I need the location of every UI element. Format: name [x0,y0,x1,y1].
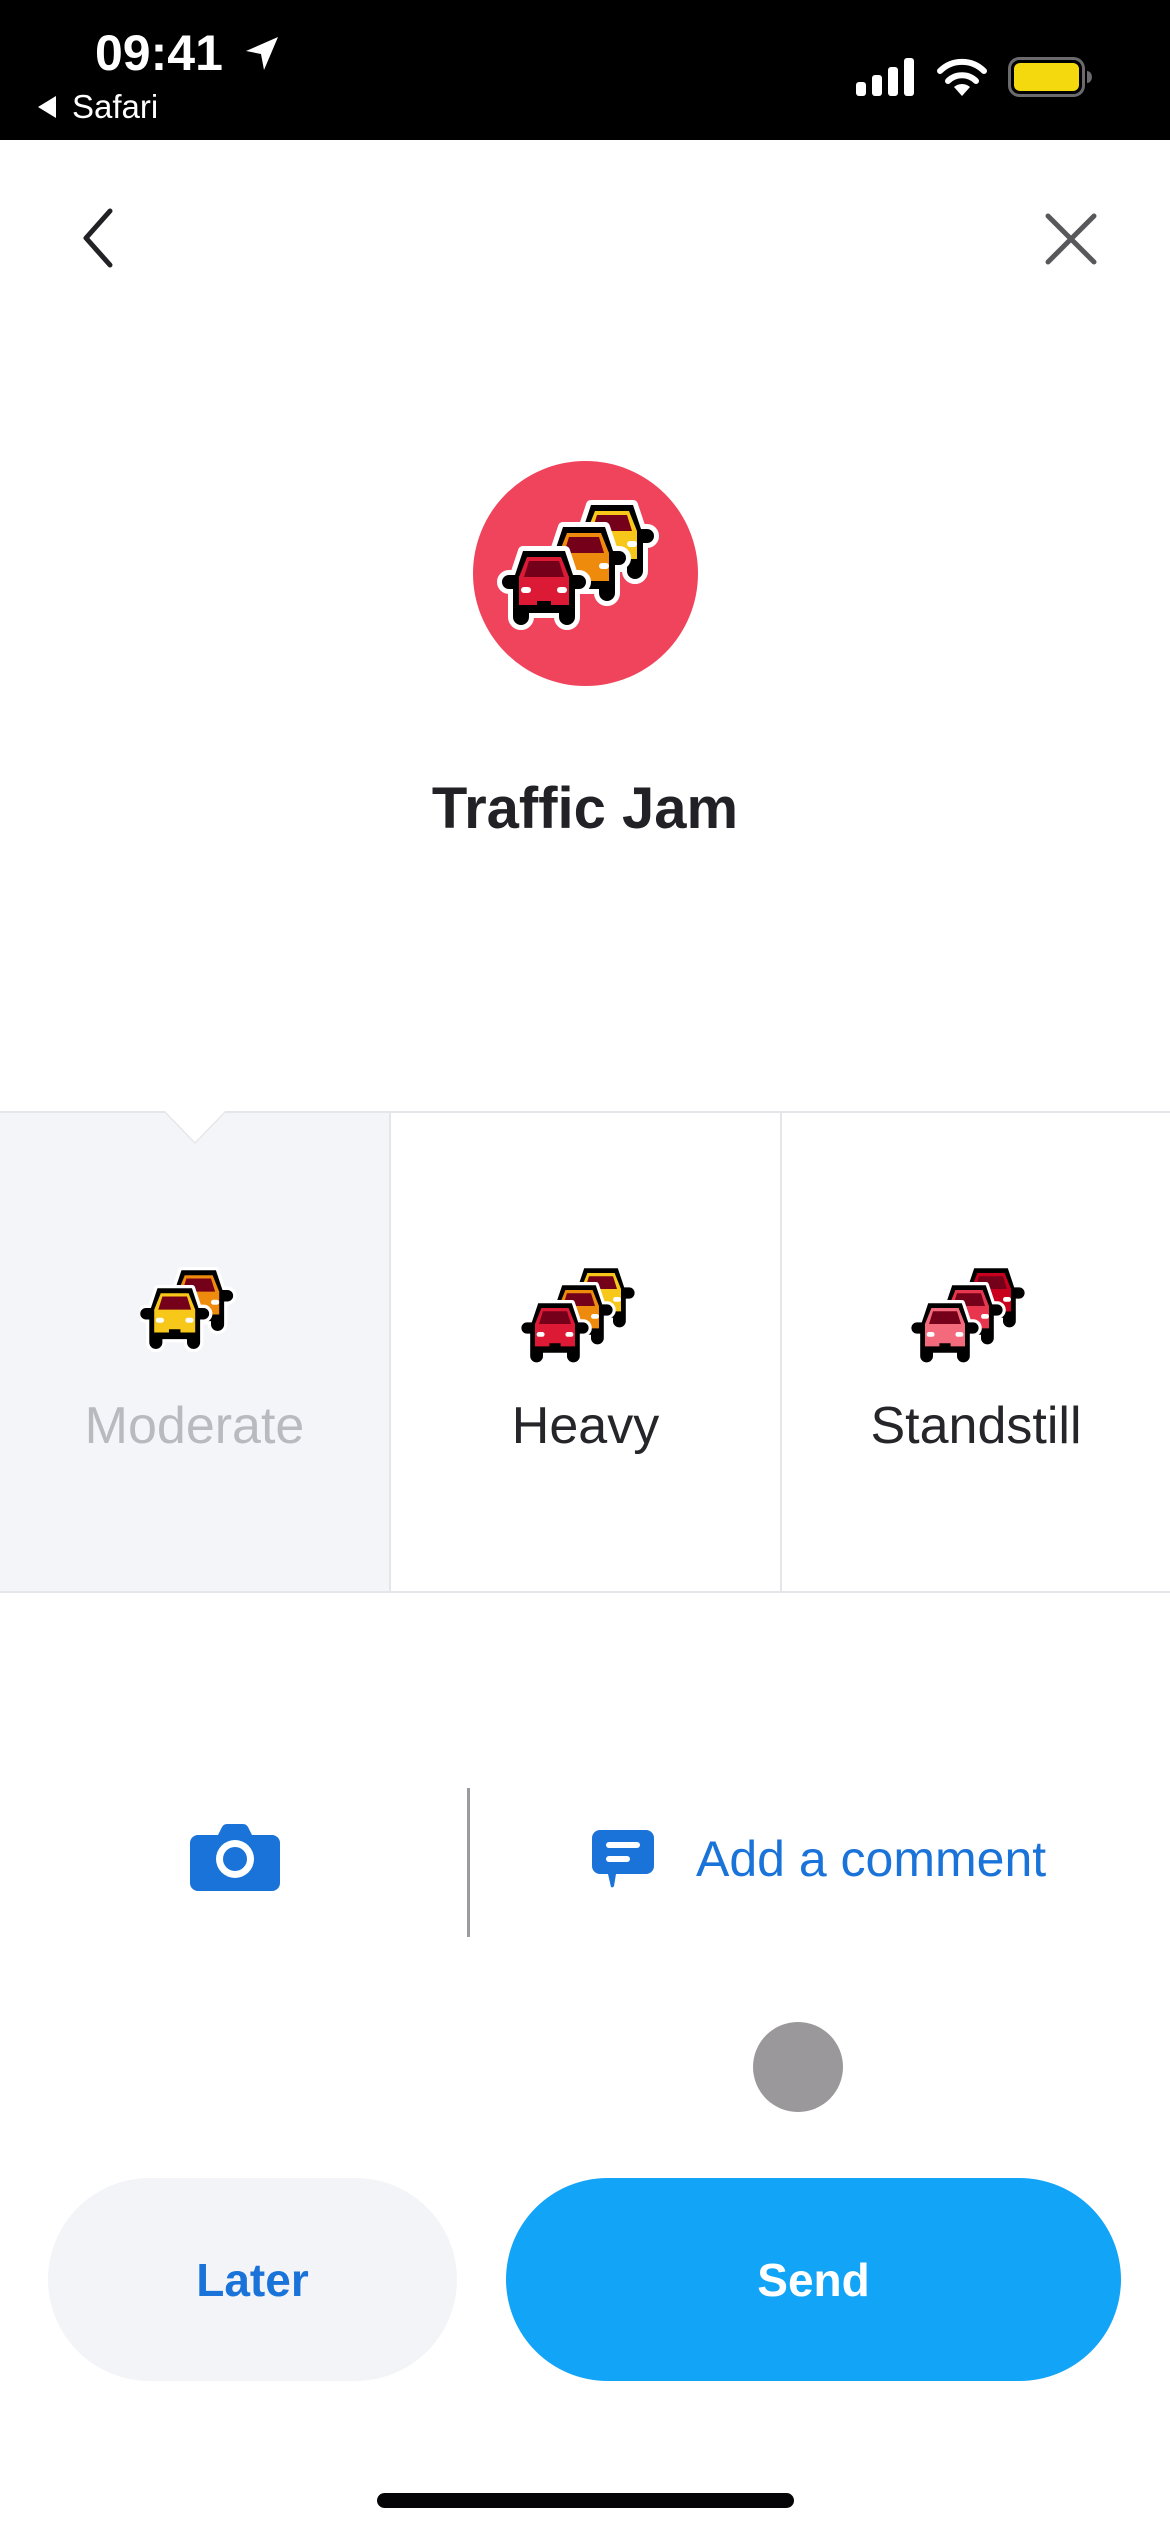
signal-icon [856,58,914,96]
back-to-safari[interactable]: Safari [38,88,158,126]
add-comment-button[interactable]: Add a comment [592,1830,1046,1888]
option-label: Heavy [511,1397,660,1455]
camera-button[interactable] [190,1818,280,1894]
touch-indicator [753,2022,843,2112]
later-button[interactable]: Later [48,2178,457,2381]
location-arrow-icon [246,37,278,70]
status-time: 09:41 [95,25,223,81]
standstill-traffic-icon [911,1265,1028,1366]
battery-icon [1008,57,1092,97]
heavy-traffic-icon [520,1265,638,1366]
close-button[interactable] [1040,208,1102,270]
moderate-traffic-icon [139,1267,236,1353]
action-divider [467,1788,470,1937]
report-title: Traffic Jam [431,776,739,841]
option-standstill[interactable]: Standstill [782,1113,1170,1591]
back-triangle-icon [38,96,56,118]
option-label: Moderate [84,1397,305,1455]
send-button[interactable]: Send [506,2178,1121,2381]
wifi-icon [937,58,987,96]
home-indicator[interactable] [377,2493,794,2508]
comment-icon [592,1830,654,1888]
camera-icon [190,1824,280,1891]
back-button[interactable] [70,205,126,271]
option-label: Standstill [870,1397,1082,1455]
severity-options: Moderate Heavy Standstill [0,1111,1170,1593]
option-moderate[interactable]: Moderate [0,1113,391,1591]
option-heavy[interactable]: Heavy [391,1113,782,1591]
selection-pointer [163,1109,227,1142]
traffic-jam-icon [473,461,698,686]
add-comment-label: Add a comment [696,1831,1047,1887]
back-app-label: Safari [72,88,159,125]
